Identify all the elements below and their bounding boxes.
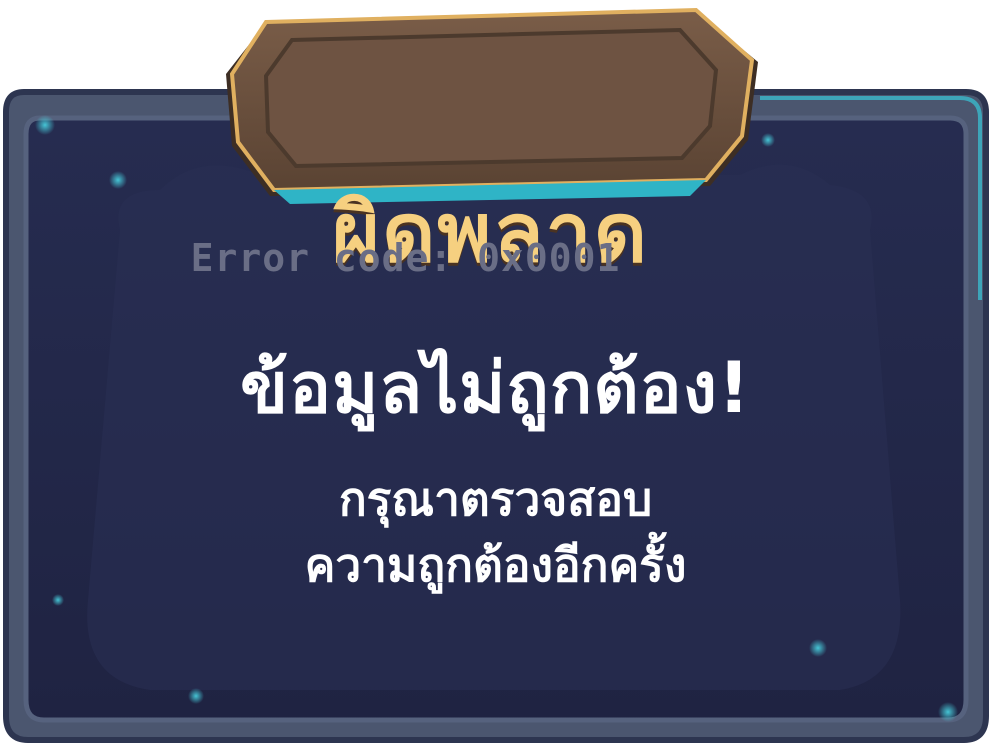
sparkle bbox=[809, 639, 827, 657]
error-message-line-2: ความถูกต้องอีกครั้ง bbox=[304, 538, 687, 592]
sparkle bbox=[188, 688, 204, 704]
sparkle bbox=[35, 115, 55, 135]
error-dialog-screen: ผิดพลาด Error code: 0x0001 ข้อมูลไม่ถูกต… bbox=[0, 0, 991, 746]
error-headline: ข้อมูลไม่ถูกต้อง! bbox=[240, 347, 751, 429]
sparkle bbox=[761, 133, 775, 147]
sparkle bbox=[938, 702, 958, 722]
error-message: กรุณาตรวจสอบ ความถูกต้องอีกครั้ง bbox=[0, 466, 991, 598]
error-code-label: Error code: 0x0001 bbox=[190, 236, 621, 280]
error-message-line-1: กรุณาตรวจสอบ bbox=[338, 472, 653, 526]
